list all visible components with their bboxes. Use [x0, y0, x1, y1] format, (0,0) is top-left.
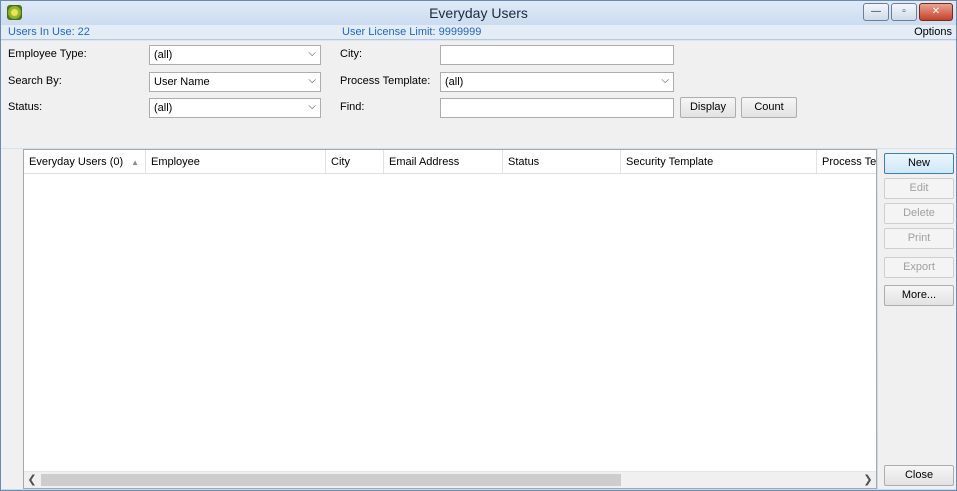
status-label: Status: [8, 101, 43, 113]
chevron-down-icon: ⌵ [308, 101, 316, 112]
title-bar[interactable]: Everyday Users — ▫ ✕ [1, 1, 956, 25]
minimize-button[interactable]: — [863, 3, 889, 21]
chevron-down-icon: ⌵ [661, 75, 669, 86]
column-header-status[interactable]: Status [502, 150, 620, 174]
edit-button[interactable]: Edit [884, 178, 954, 199]
scrollbar-thumb[interactable] [41, 474, 621, 486]
sort-ascending-icon: ▲ [131, 158, 140, 167]
process-template-value: (all) [445, 76, 464, 88]
column-header-everyday-users[interactable]: Everyday Users (0) ▲ [24, 150, 145, 174]
new-button[interactable]: New [884, 153, 954, 174]
column-header-label: Employee [151, 156, 200, 168]
users-grid[interactable]: Everyday Users (0) ▲ Employee City Email … [23, 149, 877, 489]
options-menu[interactable]: Options [914, 26, 952, 38]
column-header-city[interactable]: City [325, 150, 383, 174]
filter-panel: Employee Type: (all) ⌵ City: Search By: … [1, 41, 956, 148]
scroll-right-icon[interactable]: ❯ [860, 473, 876, 486]
search-by-label: Search By: [8, 75, 62, 87]
column-header-label: Everyday Users (0) [29, 156, 124, 168]
close-window-button[interactable]: ✕ [919, 3, 953, 21]
more-button[interactable]: More... [884, 285, 954, 306]
left-margin [1, 149, 23, 489]
count-button[interactable]: Count [741, 97, 797, 118]
print-button[interactable]: Print [884, 228, 954, 249]
city-label: City: [340, 48, 362, 60]
horizontal-scrollbar[interactable]: ❮ ❯ [24, 471, 876, 488]
column-header-email-address[interactable]: Email Address [383, 150, 502, 174]
action-panel: New Edit Delete Print Export More... Clo… [878, 149, 956, 489]
everyday-users-window: Everyday Users — ▫ ✕ Users In Use: 22 Us… [0, 0, 957, 491]
column-header-label: Security Template [626, 156, 714, 168]
license-limit-label: User License Limit: 9999999 [342, 26, 482, 38]
column-header-label: Process Te [822, 156, 876, 168]
city-input[interactable] [440, 45, 674, 65]
window-title: Everyday Users [429, 5, 528, 21]
chevron-down-icon: ⌵ [308, 75, 316, 86]
maximize-button[interactable]: ▫ [891, 3, 917, 21]
export-button[interactable]: Export [884, 257, 954, 278]
users-in-use-label: Users In Use: 22 [8, 26, 90, 38]
process-template-dropdown[interactable]: (all) ⌵ [440, 72, 674, 92]
column-header-label: Status [508, 156, 540, 168]
info-bar: Users In Use: 22 User License Limit: 999… [1, 25, 956, 40]
status-dropdown[interactable]: (all) ⌵ [149, 98, 321, 118]
employee-type-label: Employee Type: [8, 48, 87, 60]
column-header-security-template[interactable]: Security Template [620, 150, 816, 174]
column-header-label: City [331, 156, 350, 168]
chevron-down-icon: ⌵ [308, 48, 316, 59]
column-header-employee[interactable]: Employee [145, 150, 325, 174]
scroll-left-icon[interactable]: ❮ [24, 473, 40, 486]
delete-button[interactable]: Delete [884, 203, 954, 224]
close-button[interactable]: Close [884, 465, 954, 486]
find-input[interactable] [440, 98, 674, 118]
search-by-value: User Name [154, 76, 210, 88]
search-by-dropdown[interactable]: User Name ⌵ [149, 72, 321, 92]
display-button[interactable]: Display [680, 97, 736, 118]
employee-type-dropdown[interactable]: (all) ⌵ [149, 45, 321, 65]
grid-header: Everyday Users (0) ▲ Employee City Email … [24, 150, 876, 174]
status-value: (all) [154, 102, 173, 114]
column-header-process-template[interactable]: Process Te [816, 150, 876, 174]
process-template-label: Process Template: [340, 75, 431, 87]
find-label: Find: [340, 101, 365, 113]
column-header-label: Email Address [389, 156, 460, 168]
employee-type-value: (all) [154, 49, 173, 61]
